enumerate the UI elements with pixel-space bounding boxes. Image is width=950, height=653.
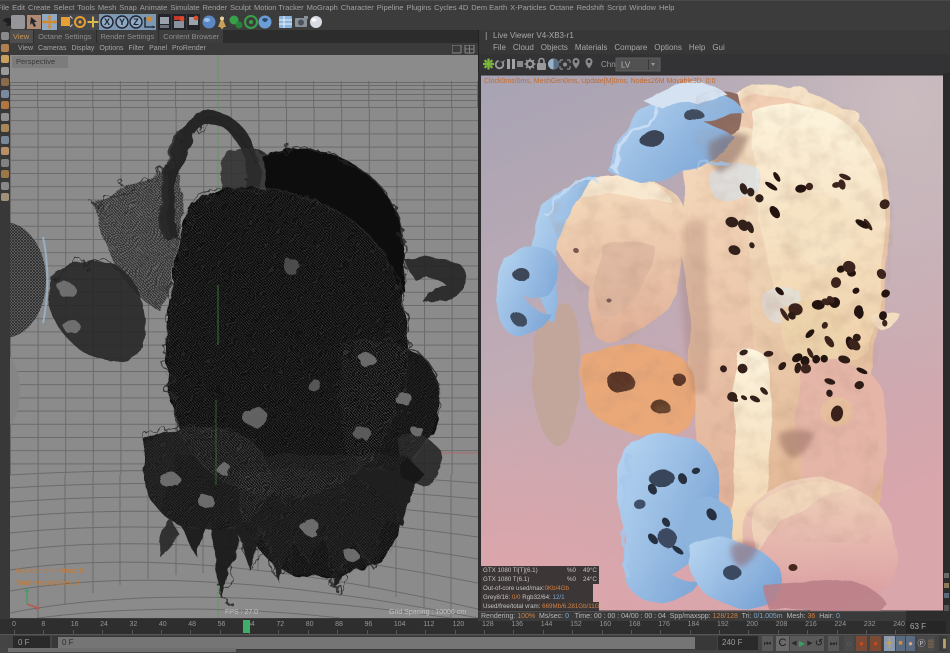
svg-text:Chn:: Chn: [601, 60, 618, 69]
svg-text:Y: Y [119, 17, 125, 27]
svg-text:Z: Z [133, 17, 139, 27]
svg-text:LV: LV [621, 61, 631, 70]
svg-text:X: X [104, 17, 110, 27]
